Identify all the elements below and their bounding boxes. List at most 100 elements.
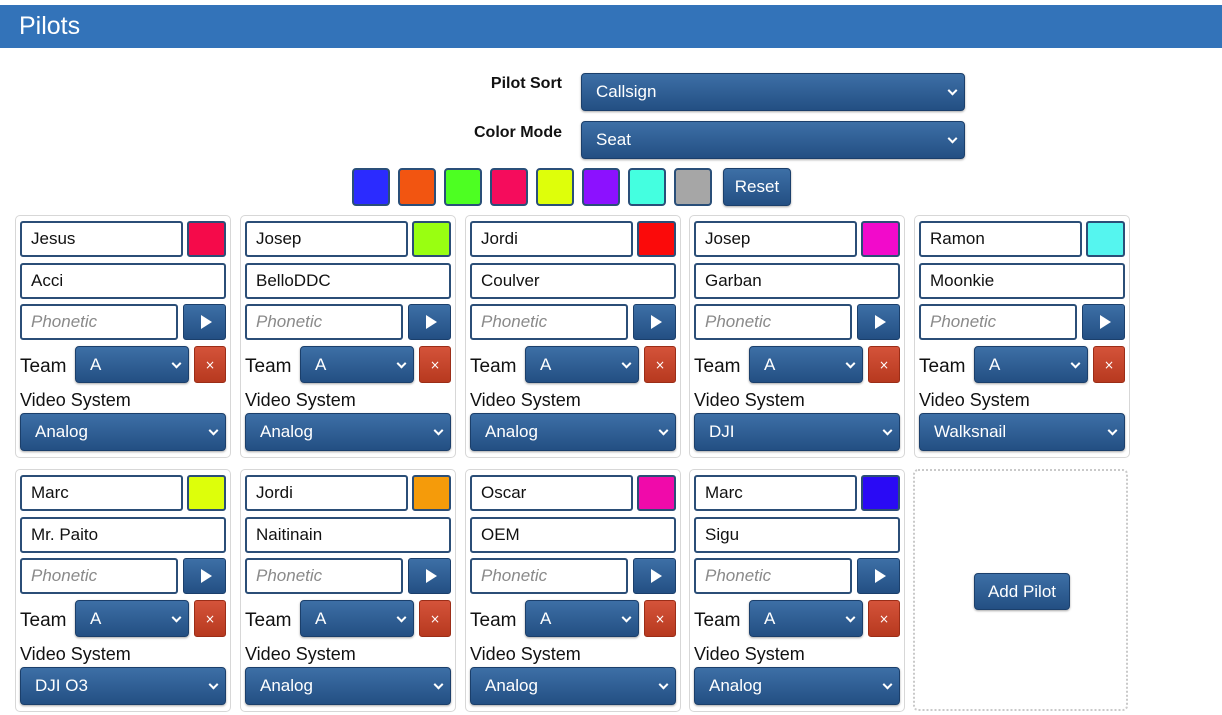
pilot-phonetic-input[interactable]: Phonetic xyxy=(245,304,403,340)
video-system-select[interactable]: DJI O3 xyxy=(20,667,226,705)
play-phonetic-button[interactable] xyxy=(633,304,676,340)
team-value: A xyxy=(989,354,1001,374)
delete-pilot-button[interactable]: × xyxy=(419,346,451,383)
play-phonetic-button[interactable] xyxy=(183,558,226,594)
delete-pilot-button[interactable]: × xyxy=(419,600,451,637)
pilot-name-input[interactable]: Marc xyxy=(694,475,857,511)
play-phonetic-button[interactable] xyxy=(857,304,900,340)
team-select[interactable]: A xyxy=(525,346,639,383)
chevron-down-icon xyxy=(658,679,669,690)
pilot-color-picker[interactable] xyxy=(637,221,676,257)
color-mode-select[interactable]: Seat xyxy=(581,121,965,159)
video-system-select[interactable]: Analog xyxy=(470,667,676,705)
pilot-color-picker[interactable] xyxy=(412,475,451,511)
team-select[interactable]: A xyxy=(749,346,863,383)
pilot-color-picker[interactable] xyxy=(187,475,226,511)
pilot-callsign-input[interactable]: Naitinain xyxy=(245,517,451,553)
close-icon: × xyxy=(1103,357,1115,372)
pilot-sort-select[interactable]: Callsign xyxy=(581,73,965,111)
pilot-phonetic-input[interactable]: Phonetic xyxy=(470,304,628,340)
close-icon: × xyxy=(654,611,666,626)
team-select[interactable]: A xyxy=(75,600,189,637)
seat-color-swatch[interactable] xyxy=(674,168,712,206)
pilot-name-input[interactable]: Marc xyxy=(20,475,183,511)
pilot-callsign-input[interactable]: Sigu xyxy=(694,517,900,553)
pilot-color-picker[interactable] xyxy=(637,475,676,511)
pilot-name-input[interactable]: Jordi xyxy=(470,221,633,257)
delete-pilot-button[interactable]: × xyxy=(1093,346,1125,383)
delete-pilot-button[interactable]: × xyxy=(868,346,900,383)
team-label: Team xyxy=(694,610,741,631)
seat-color-swatch[interactable] xyxy=(582,168,620,206)
video-system-select[interactable]: Analog xyxy=(694,667,900,705)
pilot-callsign-input[interactable]: BelloDDC xyxy=(245,263,451,299)
pilot-callsign-input[interactable]: Mr. Paito xyxy=(20,517,226,553)
seat-color-swatch[interactable] xyxy=(444,168,482,206)
play-phonetic-button[interactable] xyxy=(183,304,226,340)
video-system-label: Video System xyxy=(694,644,805,664)
video-system-select[interactable]: Analog xyxy=(245,413,451,451)
pilot-phonetic-input[interactable]: Phonetic xyxy=(694,304,852,340)
video-system-select[interactable]: Analog xyxy=(20,413,226,451)
video-system-select[interactable]: Walksnail xyxy=(919,413,1125,451)
team-select[interactable]: A xyxy=(749,600,863,637)
pilot-callsign-input[interactable]: OEM xyxy=(470,517,676,553)
delete-pilot-button[interactable]: × xyxy=(194,346,226,383)
play-icon xyxy=(874,315,886,329)
video-system-select[interactable]: Analog xyxy=(245,667,451,705)
pilot-name-input[interactable]: Josep xyxy=(245,221,408,257)
seat-color-swatch[interactable] xyxy=(628,168,666,206)
play-phonetic-button[interactable] xyxy=(408,304,451,340)
pilot-card: Josep Garban Phonetic Team A × Video Sys… xyxy=(689,215,905,458)
pilot-name-input[interactable]: Jesus xyxy=(20,221,183,257)
chevron-down-icon xyxy=(882,679,893,690)
pilot-name-input[interactable]: Ramon xyxy=(919,221,1082,257)
team-select[interactable]: A xyxy=(525,600,639,637)
pilot-callsign-input[interactable]: Coulver xyxy=(470,263,676,299)
pilot-callsign-input[interactable]: Moonkie xyxy=(919,263,1125,299)
pilot-phonetic-input[interactable]: Phonetic xyxy=(919,304,1077,340)
pilot-phonetic-input[interactable]: Phonetic xyxy=(470,558,628,594)
delete-pilot-button[interactable]: × xyxy=(644,600,676,637)
team-select[interactable]: A xyxy=(75,346,189,383)
pilot-callsign-input[interactable]: Garban xyxy=(694,263,900,299)
play-phonetic-button[interactable] xyxy=(408,558,451,594)
close-icon: × xyxy=(878,357,890,372)
seat-color-swatch[interactable] xyxy=(398,168,436,206)
chevron-down-icon xyxy=(396,612,407,623)
pilot-color-picker[interactable] xyxy=(861,475,900,511)
video-system-value: Analog xyxy=(35,422,88,441)
delete-pilot-button[interactable]: × xyxy=(194,600,226,637)
play-phonetic-button[interactable] xyxy=(633,558,676,594)
team-select[interactable]: A xyxy=(974,346,1088,383)
team-value: A xyxy=(315,354,327,374)
pilot-phonetic-input[interactable]: Phonetic xyxy=(694,558,852,594)
team-select[interactable]: A xyxy=(300,600,414,637)
seat-color-swatch[interactable] xyxy=(352,168,390,206)
team-select[interactable]: A xyxy=(300,346,414,383)
delete-pilot-button[interactable]: × xyxy=(644,346,676,383)
pilot-color-picker[interactable] xyxy=(412,221,451,257)
pilot-phonetic-input[interactable]: Phonetic xyxy=(20,558,178,594)
pilot-name-input[interactable]: Oscar xyxy=(470,475,633,511)
video-system-select[interactable]: Analog xyxy=(470,413,676,451)
video-system-select[interactable]: DJI xyxy=(694,413,900,451)
reset-colors-button[interactable]: Reset xyxy=(723,168,791,206)
play-phonetic-button[interactable] xyxy=(1082,304,1125,340)
pilot-name-input[interactable]: Jordi xyxy=(245,475,408,511)
seat-color-swatch[interactable] xyxy=(490,168,528,206)
pilot-color-picker[interactable] xyxy=(187,221,226,257)
pilot-phonetic-input[interactable]: Phonetic xyxy=(245,558,403,594)
pilot-sort-label: Pilot Sort xyxy=(490,75,562,92)
pilot-card: Oscar OEM Phonetic Team A × Video System… xyxy=(465,469,681,712)
chevron-down-icon xyxy=(396,358,407,369)
pilot-color-picker[interactable] xyxy=(861,221,900,257)
pilot-color-picker[interactable] xyxy=(1086,221,1125,257)
seat-color-swatch[interactable] xyxy=(536,168,574,206)
play-phonetic-button[interactable] xyxy=(857,558,900,594)
add-pilot-button[interactable]: Add Pilot xyxy=(974,573,1070,610)
pilot-callsign-input[interactable]: Acci xyxy=(20,263,226,299)
delete-pilot-button[interactable]: × xyxy=(868,600,900,637)
pilot-name-input[interactable]: Josep xyxy=(694,221,857,257)
pilot-phonetic-input[interactable]: Phonetic xyxy=(20,304,178,340)
